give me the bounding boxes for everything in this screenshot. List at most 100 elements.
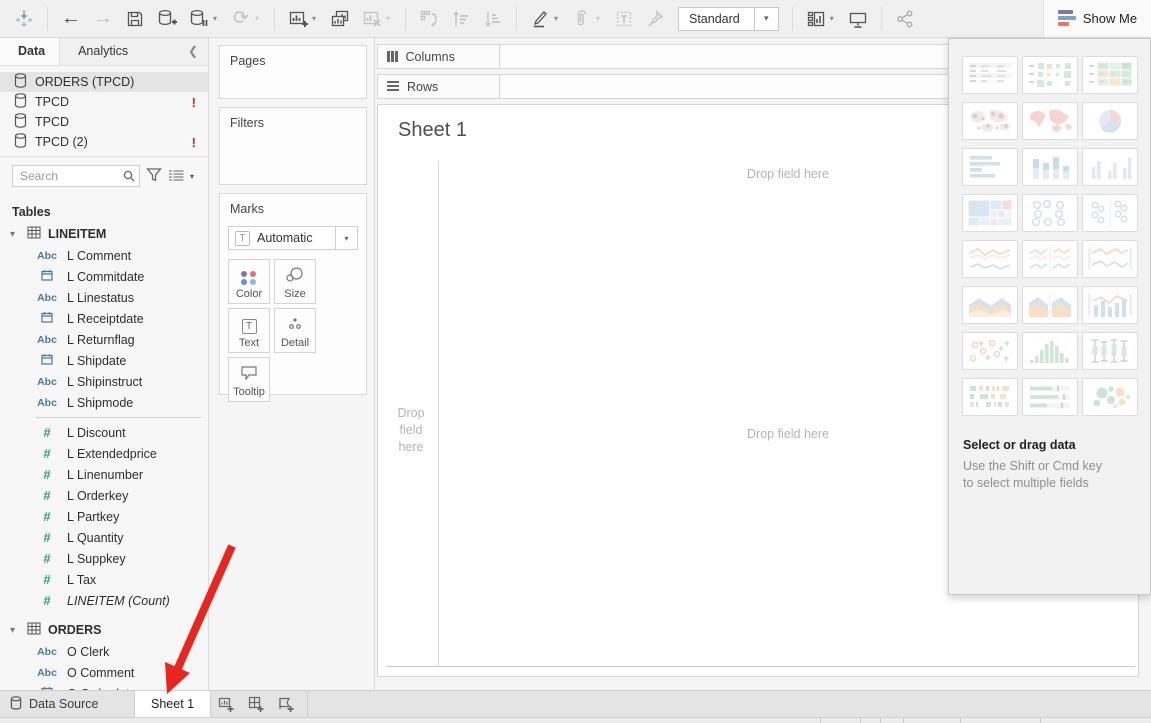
show-hide-cards-button[interactable] <box>803 6 829 32</box>
detail-button[interactable]: Detail <box>274 308 316 353</box>
field-l-returnflag[interactable]: AbcL Returnflag <box>0 329 208 350</box>
mark-type-dropdown[interactable]: T Automatic ▾ <box>228 226 358 250</box>
highlight-button[interactable] <box>527 6 553 32</box>
datasource-item[interactable]: TPCD <box>0 112 208 132</box>
run-auto-updates-button[interactable]: ⟳ <box>228 6 254 32</box>
showme-scatter-plot-icon[interactable] <box>962 332 1018 370</box>
view-options-icon[interactable] <box>168 168 184 185</box>
collapse-pane-icon[interactable]: ❮ <box>188 38 208 65</box>
showme-continuous-lines-icon[interactable] <box>962 240 1018 278</box>
field-l-shipdate[interactable]: L Shipdate <box>0 350 208 371</box>
field-l-extendedprice[interactable]: #L Extendedprice <box>0 443 208 464</box>
run-auto-updates-caret[interactable]: ▾ <box>255 14 265 23</box>
fix-axes-button[interactable] <box>643 6 669 32</box>
datasource-item[interactable]: ORDERS (TPCD) <box>0 72 208 92</box>
swap-rows-columns-button[interactable] <box>416 6 442 32</box>
fit-selector-caret-icon[interactable]: ▾ <box>754 7 778 31</box>
showme-bullet-graph-icon[interactable] <box>1022 378 1078 416</box>
tooltip-button[interactable]: Tooltip <box>228 357 270 402</box>
new-dashboard-tab-button[interactable] <box>241 691 271 717</box>
showme-highlight-table-icon[interactable]: 1235498622501000 <box>1082 56 1138 94</box>
show-mark-labels-button[interactable] <box>611 6 637 32</box>
showme-text-table-icon[interactable] <box>962 56 1018 94</box>
data-source-tab[interactable]: Data Source <box>0 691 122 717</box>
showme-side-by-side-bars-icon[interactable] <box>1082 148 1138 186</box>
chevron-down-icon[interactable]: ▾ <box>10 229 20 240</box>
new-worksheet-caret[interactable]: ▾ <box>312 14 322 23</box>
filters-shelf[interactable]: Filters <box>219 107 367 185</box>
field-o-clerk[interactable]: AbcO Clerk <box>0 641 208 662</box>
showme-heat-map-icon[interactable] <box>1022 56 1078 94</box>
field-l-receiptdate[interactable]: L Receiptdate <box>0 308 208 329</box>
field-l-partkey[interactable]: #L Partkey <box>0 506 208 527</box>
group-members-button[interactable] <box>569 6 595 32</box>
showme-treemap-icon[interactable] <box>962 194 1018 232</box>
showme-discrete-area-icon[interactable] <box>1022 286 1078 324</box>
view-options-caret[interactable]: ▾ <box>190 172 194 181</box>
show-me-button[interactable]: Show Me <box>1043 0 1151 38</box>
filter-fields-icon[interactable] <box>146 167 162 185</box>
showme-gantt-icon[interactable] <box>962 378 1018 416</box>
color-button[interactable]: Color <box>228 259 270 304</box>
new-story-tab-button[interactable] <box>271 691 301 717</box>
table-orders-header[interactable]: ▾ ORDERS <box>0 619 208 641</box>
new-data-source-button[interactable] <box>154 6 180 32</box>
field-l-discount[interactable]: #L Discount <box>0 422 208 443</box>
field-l-linestatus[interactable]: AbcL Linestatus <box>0 287 208 308</box>
table-lineitem-header[interactable]: ▾ LINEITEM <box>0 223 208 245</box>
field-l-comment[interactable]: AbcL Comment <box>0 245 208 266</box>
showme-stacked-bars-icon[interactable] <box>1022 148 1078 186</box>
group-members-caret[interactable]: ▾ <box>596 14 606 23</box>
datasource-item[interactable]: TPCD ! <box>0 92 208 112</box>
chevron-down-icon[interactable]: ▾ <box>10 625 20 636</box>
field-lineitem-count[interactable]: #LINEITEM (Count) <box>0 590 208 611</box>
text-button[interactable]: T Text <box>228 308 270 353</box>
sort-descending-button[interactable] <box>480 6 506 32</box>
field-o-comment[interactable]: AbcO Comment <box>0 662 208 683</box>
field-l-quantity[interactable]: #L Quantity <box>0 527 208 548</box>
sheet1-tab[interactable]: Sheet 1 <box>134 691 211 717</box>
pause-auto-updates-button[interactable] <box>186 6 212 32</box>
pause-auto-updates-caret[interactable]: ▾ <box>213 14 223 23</box>
fit-selector[interactable]: Standard ▾ <box>678 7 779 31</box>
field-l-shipinstruct[interactable]: AbcL Shipinstruct <box>0 371 208 392</box>
field-o-orderdate[interactable]: O Orderdate <box>0 683 208 690</box>
pages-shelf[interactable]: Pages <box>219 45 367 99</box>
new-worksheet-tab-button[interactable] <box>211 691 241 717</box>
showme-pie-chart-icon[interactable] <box>1082 102 1138 140</box>
clear-sheet-button[interactable] <box>359 6 385 32</box>
tab-analytics[interactable]: Analytics <box>60 38 142 65</box>
size-button[interactable]: Size <box>274 259 316 304</box>
field-l-suppkey[interactable]: #L Suppkey <box>0 548 208 569</box>
redo-button[interactable]: → <box>90 6 116 32</box>
search-input[interactable] <box>12 165 140 187</box>
tab-data[interactable]: Data <box>0 38 60 65</box>
tableau-logo-icon[interactable] <box>11 6 37 32</box>
presentation-mode-button[interactable] <box>845 6 871 32</box>
field-l-orderkey[interactable]: #L Orderkey <box>0 485 208 506</box>
field-l-linenumber[interactable]: #L Linenumber <box>0 464 208 485</box>
mark-type-caret-icon[interactable]: ▾ <box>335 227 357 249</box>
datasource-item[interactable]: TPCD (2) ! <box>0 132 208 152</box>
showme-circle-views-icon[interactable] <box>1022 194 1078 232</box>
undo-button[interactable]: ← <box>58 6 84 32</box>
showme-continuous-area-icon[interactable] <box>962 286 1018 324</box>
showme-packed-bubbles-icon[interactable] <box>1082 378 1138 416</box>
showme-dual-combination-icon[interactable] <box>1082 286 1138 324</box>
showme-discrete-lines-icon[interactable] <box>1022 240 1078 278</box>
showme-side-by-side-circles-icon[interactable] <box>1082 194 1138 232</box>
save-button[interactable] <box>122 6 148 32</box>
share-button[interactable] <box>892 6 918 32</box>
duplicate-sheet-button[interactable] <box>327 6 353 32</box>
sort-ascending-button[interactable] <box>448 6 474 32</box>
showme-histogram-icon[interactable] <box>1022 332 1078 370</box>
showme-box-and-whisker-icon[interactable] <box>1082 332 1138 370</box>
field-l-tax[interactable]: #L Tax <box>0 569 208 590</box>
show-hide-cards-caret[interactable]: ▾ <box>830 14 840 23</box>
highlight-caret[interactable]: ▾ <box>554 14 564 23</box>
drop-zone-rows[interactable]: Drop field here <box>393 405 429 456</box>
showme-filled-map-icon[interactable] <box>1022 102 1078 140</box>
field-l-shipmode[interactable]: AbcL Shipmode <box>0 392 208 413</box>
new-worksheet-button[interactable] <box>285 6 311 32</box>
showme-horizontal-bars-icon[interactable] <box>962 148 1018 186</box>
